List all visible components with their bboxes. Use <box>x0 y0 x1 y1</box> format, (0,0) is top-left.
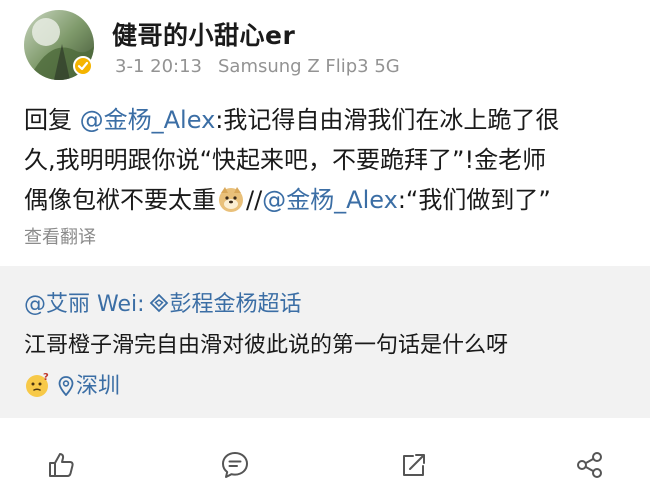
post-device: Samsung Z Flip3 5G <box>218 56 400 77</box>
svg-text:?: ? <box>43 372 49 383</box>
comment-icon[interactable] <box>220 450 250 480</box>
location-link[interactable]: 深圳 <box>58 374 120 399</box>
supertopic-link[interactable]: 彭程金杨超话 <box>170 292 302 317</box>
mention-link[interactable]: @金杨_Alex <box>262 186 398 214</box>
post-meta: 3-1 20:13 Samsung Z Flip3 5G <box>115 56 400 77</box>
share-icon[interactable] <box>575 450 605 480</box>
body-text-segment: :“我们做到了” <box>397 186 551 214</box>
repost-author-mention[interactable]: @艾丽 Wei <box>24 292 137 317</box>
repost-separator: // <box>246 186 263 214</box>
reply-prefix: 回复 <box>24 106 72 134</box>
translate-link[interactable]: 查看翻译 <box>24 223 96 249</box>
author-name[interactable]: 健哥的小甜心er <box>112 16 295 52</box>
thinking-emoji-icon: ? <box>24 371 52 399</box>
repost-text: 江哥橙子滑完自由滑对彼此说的第一句话是什么呀 <box>24 333 509 358</box>
body-text-segment: :我记得自由滑我们在冰上跪了很 <box>215 106 560 134</box>
like-icon[interactable] <box>46 450 76 480</box>
supertopic-icon <box>149 293 169 313</box>
repost-icon[interactable] <box>399 450 429 480</box>
doge-emoji-icon <box>217 185 245 213</box>
body-line-1: 回复 @金杨_Alex:我记得自由滑我们在冰上跪了很 <box>24 100 636 140</box>
mention-link[interactable]: @金杨_Alex <box>80 106 216 134</box>
repost-footer-line: ? 深圳 <box>24 368 120 400</box>
verified-badge-icon <box>73 56 93 76</box>
post-header: 健哥的小甜心er 3-1 20:13 Samsung Z Flip3 5G <box>0 0 650 90</box>
reposted-post[interactable]: @艾丽 Wei: 彭程金杨超话 江哥橙子滑完自由滑对彼此说的第一句话是什么呀 ?… <box>0 266 650 418</box>
repost-header-line: @艾丽 Wei: 彭程金杨超话 <box>24 286 302 318</box>
post-timestamp: 3-1 20:13 <box>115 56 202 77</box>
body-line-3: 偶像包袱不要太重 //@金杨_Alex:“我们做到了” <box>24 180 636 220</box>
post-body: 回复 @金杨_Alex:我记得自由滑我们在冰上跪了很 久,我明明跟你说“快起来吧… <box>24 100 636 220</box>
body-text-segment: 久,我明明跟你说“快起来吧，不要跪拜了”!金老师 <box>24 146 547 174</box>
repost-colon: : <box>137 292 145 317</box>
body-text-segment: 偶像包袱不要太重 <box>24 186 216 214</box>
action-bar <box>0 440 650 490</box>
location-pin-icon <box>58 376 74 397</box>
location-label: 深圳 <box>76 374 121 399</box>
body-line-2: 久,我明明跟你说“快起来吧，不要跪拜了”!金老师 <box>24 140 636 180</box>
